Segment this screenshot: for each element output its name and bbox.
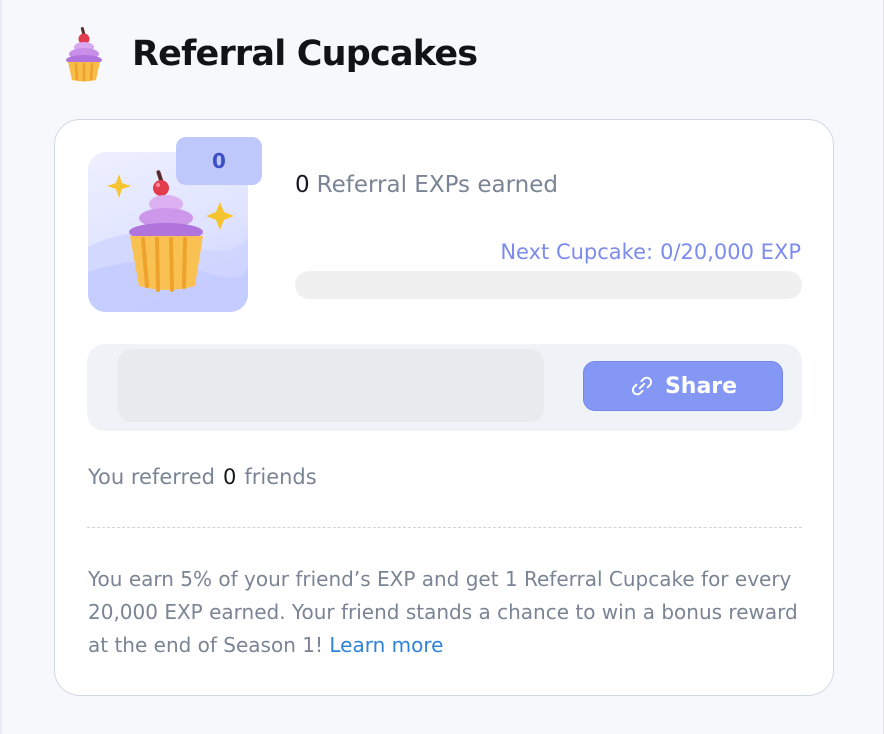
referred-suffix: friends xyxy=(244,465,317,489)
referral-panel: Referral Cupcakes 0 0 Referral EXPs earne… xyxy=(0,0,884,734)
panel-header: Referral Cupcakes xyxy=(62,26,478,82)
referral-info: You earn 5% of your friend’s EXP and get… xyxy=(88,563,808,662)
referred-prefix: You referred xyxy=(88,465,215,489)
learn-more-link[interactable]: Learn more xyxy=(329,633,443,657)
next-cupcake-label: Next Cupcake: xyxy=(500,240,654,264)
cupcake-icon xyxy=(62,26,106,82)
share-row: Share xyxy=(87,344,802,431)
next-cupcake-value: 0/20,000 EXP xyxy=(660,240,801,264)
page-title: Referral Cupcakes xyxy=(132,34,478,74)
share-button[interactable]: Share xyxy=(583,361,783,411)
share-button-label: Share xyxy=(664,373,738,399)
next-cupcake: Next Cupcake: 0/20,000 EXP xyxy=(500,240,801,264)
cupcake-progress-bar xyxy=(295,271,802,299)
referral-card: 0 0 Referral EXPs earned Next Cupcake: 0/2… xyxy=(54,119,834,696)
referral-link-field[interactable] xyxy=(118,349,544,422)
referred-count: You referred 0 friends xyxy=(88,465,317,489)
exp-earned-label: Referral EXPs earned xyxy=(316,172,558,198)
exp-earned: 0 Referral EXPs earned xyxy=(295,172,558,198)
link-icon xyxy=(631,376,652,396)
exp-earned-value: 0 xyxy=(295,172,310,198)
dashed-divider xyxy=(87,527,802,528)
cupcake-count-badge: 0 xyxy=(176,137,262,185)
referred-count-value: 0 xyxy=(222,465,237,489)
